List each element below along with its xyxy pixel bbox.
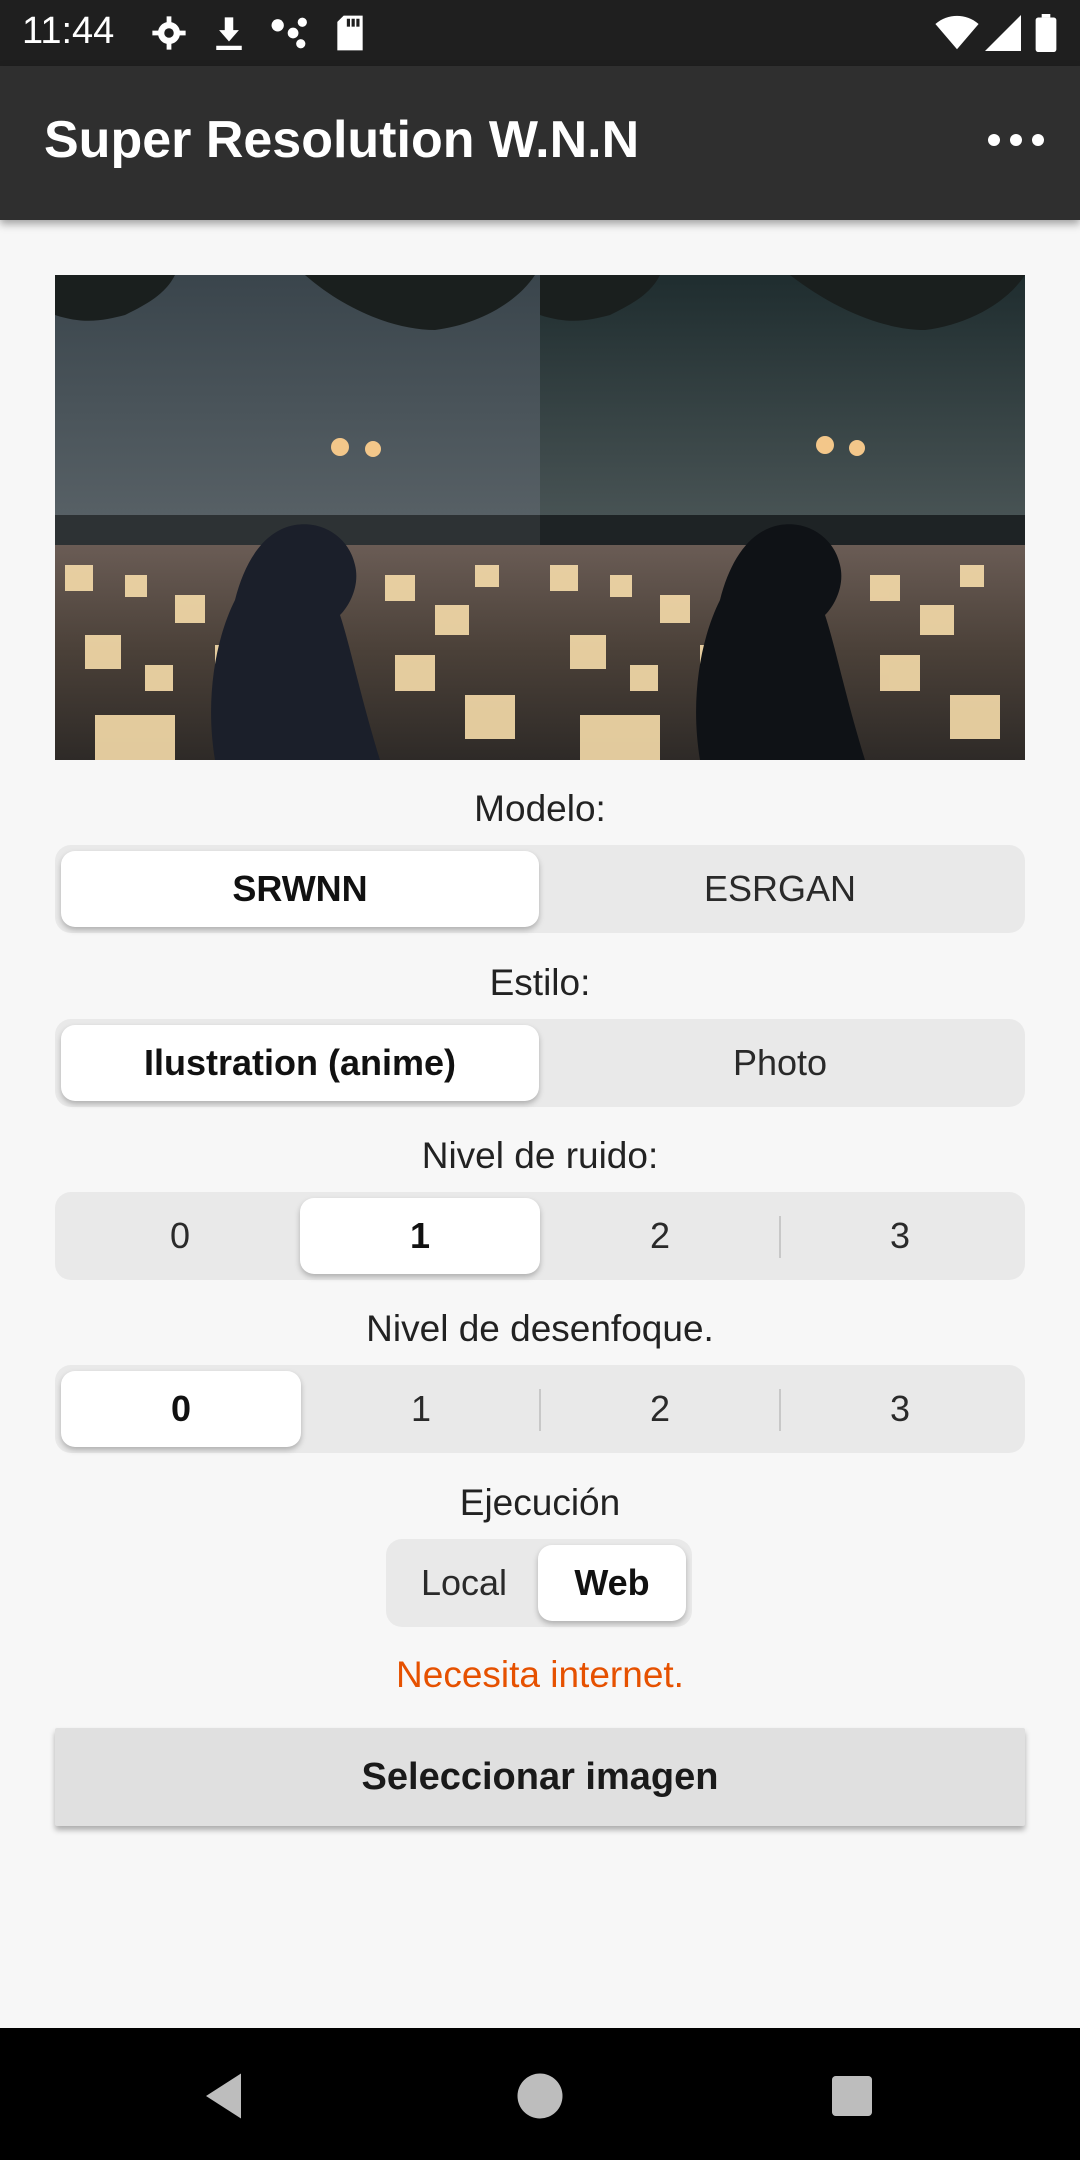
sd-card-icon <box>334 12 366 54</box>
app-title: Super Resolution W.N.N <box>44 111 640 169</box>
style-option-photo[interactable]: Photo <box>541 1025 1019 1101</box>
status-bar: 11:44 <box>0 0 1080 66</box>
recents-square-icon[interactable] <box>822 2066 882 2126</box>
blur-option-2[interactable]: 2 <box>541 1371 779 1447</box>
battery-icon <box>1035 12 1057 54</box>
execution-label: Ejecución <box>459 1482 621 1523</box>
blur-option-1[interactable]: 1 <box>302 1371 540 1447</box>
model-selector: SRWNN ESRGAN <box>55 845 1025 933</box>
noise-option-3[interactable]: 3 <box>781 1198 1019 1274</box>
noise-option-1[interactable]: 1 <box>300 1198 540 1274</box>
noise-option-0[interactable]: 0 <box>61 1198 299 1274</box>
internet-warning: Necesita internet. <box>396 1654 684 1695</box>
blur-label: Nivel de desenfoque. <box>366 1308 714 1349</box>
blur-selector: 0 1 2 3 <box>55 1365 1025 1453</box>
style-option-illustration[interactable]: Ilustration (anime) <box>61 1025 539 1101</box>
download-icon <box>212 12 246 54</box>
execution-option-web[interactable]: Web <box>538 1545 686 1621</box>
more-horizontal-icon[interactable] <box>986 118 1046 162</box>
execution-option-local[interactable]: Local <box>392 1545 536 1621</box>
model-label: Modelo: <box>474 788 606 829</box>
back-triangle-icon[interactable] <box>196 2066 256 2126</box>
dots-cluster-icon <box>270 12 310 54</box>
signal-icon <box>985 12 1021 54</box>
noise-label: Nivel de ruido: <box>421 1135 659 1176</box>
select-image-button[interactable]: Seleccionar imagen <box>55 1728 1025 1826</box>
app-bar: Super Resolution W.N.N <box>0 66 1080 220</box>
noise-option-2[interactable]: 2 <box>541 1198 779 1274</box>
model-option-esrgan[interactable]: ESRGAN <box>541 851 1019 927</box>
home-circle-icon[interactable] <box>510 2066 570 2126</box>
blur-option-0[interactable]: 0 <box>61 1371 301 1447</box>
navigation-bar <box>0 2028 1080 2160</box>
style-selector: Ilustration (anime) Photo <box>55 1019 1025 1107</box>
wifi-icon <box>935 12 979 54</box>
style-label: Estilo: <box>489 962 591 1003</box>
model-option-srwnn[interactable]: SRWNN <box>61 851 539 927</box>
blur-option-3[interactable]: 3 <box>781 1371 1019 1447</box>
execution-selector: Local Web <box>386 1539 692 1627</box>
status-time: 11:44 <box>22 10 115 52</box>
noise-selector: 0 1 2 3 <box>55 1192 1025 1280</box>
settings-icon <box>150 12 188 54</box>
comparison-image <box>55 275 1025 760</box>
